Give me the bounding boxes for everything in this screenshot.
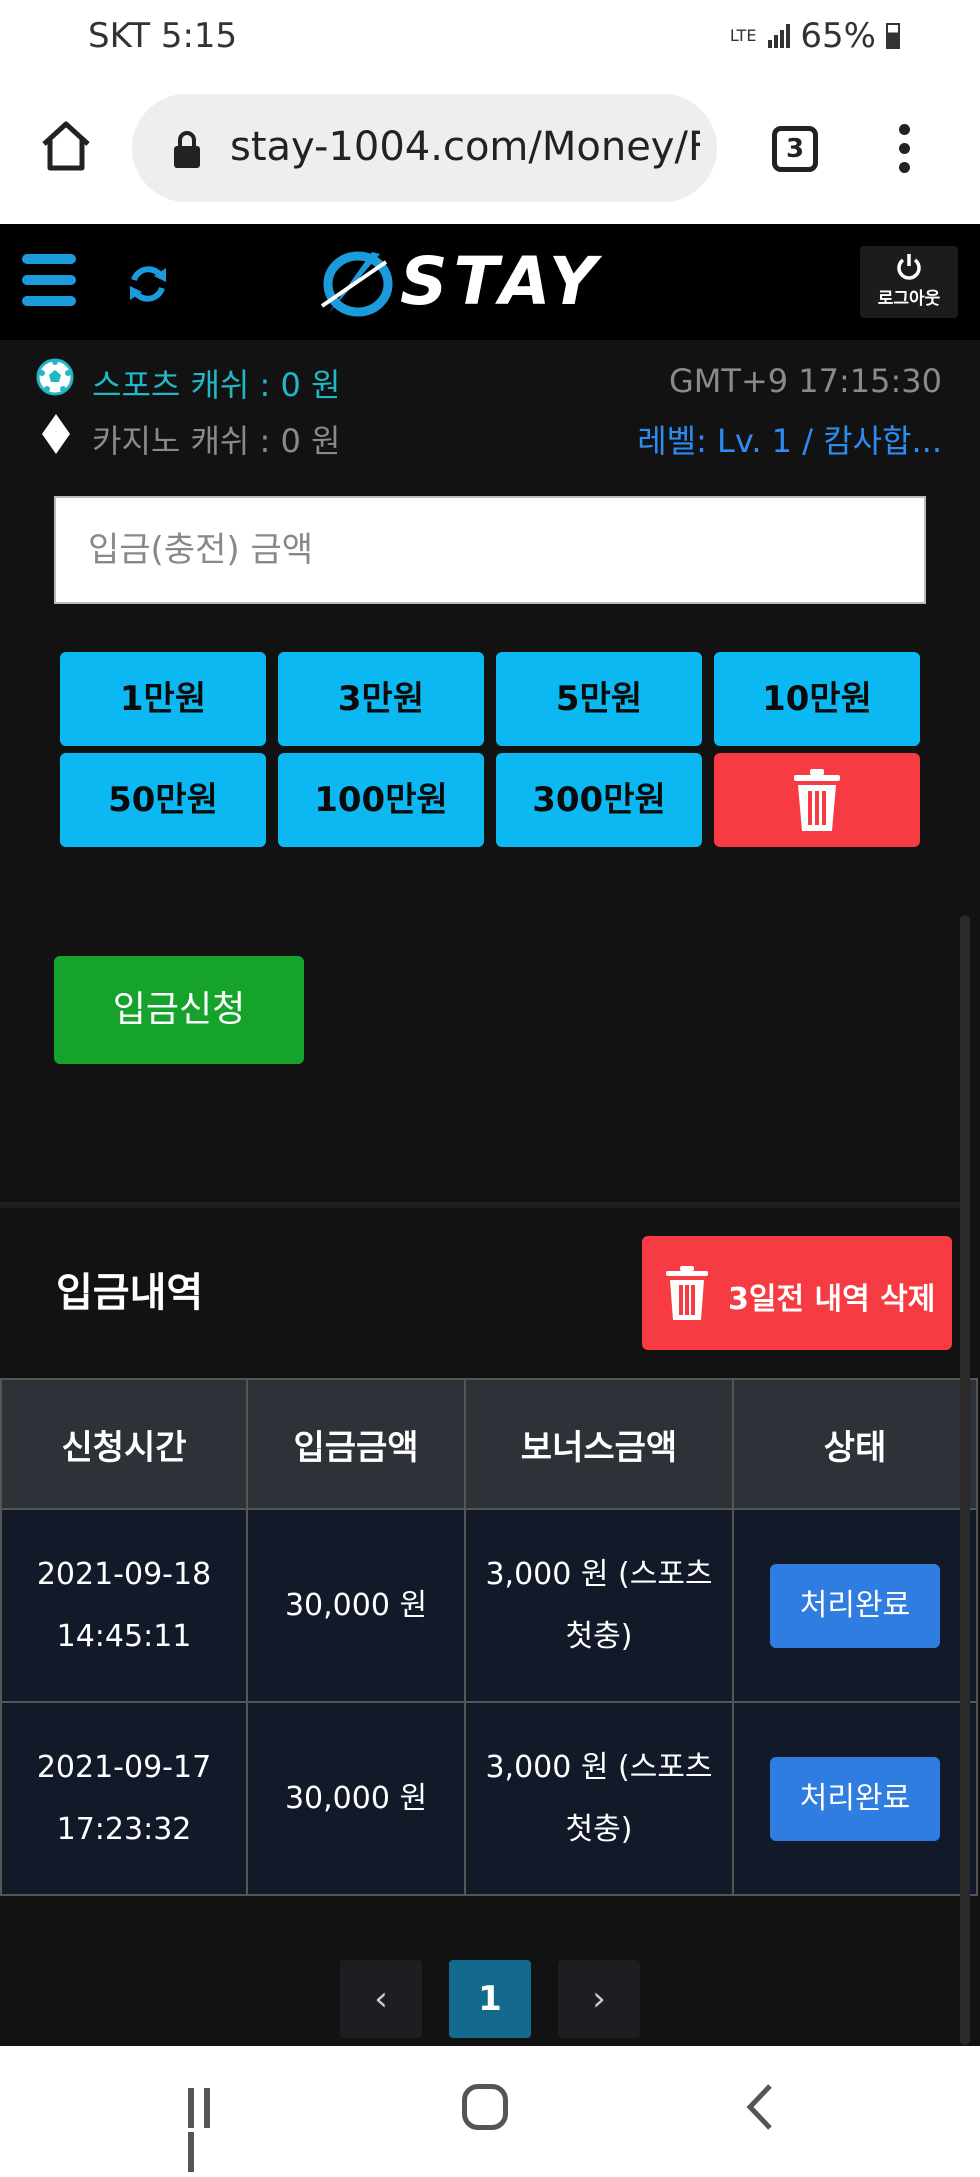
deposit-amount-cell: 30,000 원 (246, 1508, 466, 1703)
sports-cash: 스포츠 캐쉬 : 0 원 (92, 366, 341, 404)
bonus-type: 첫충) (565, 1618, 633, 1654)
bonus-amount: 3,000 원 (스포츠 (485, 1749, 713, 1785)
network-indicator: LTE (729, 26, 757, 45)
amount-button-30k[interactable]: 3만원 (278, 652, 484, 746)
more-menu-icon[interactable] (893, 124, 915, 178)
battery-percent: 65% (800, 16, 876, 56)
amount-button-1m[interactable]: 100만원 (278, 753, 484, 847)
deposit-page: 스포츠 캐쉬 : 0 원 카지노 캐쉬 : 0 원 GMT+9 17:15:30… (0, 340, 980, 2046)
status-cell: 처리완료 (732, 1508, 978, 1703)
column-header: 상태 (732, 1378, 978, 1510)
signal-icon (768, 24, 791, 48)
delete-old-history-label: 3일전 내역 삭제 (728, 1282, 936, 1317)
svg-text:STAY: STAY (400, 244, 603, 320)
page-button-current[interactable]: 1 (449, 1960, 531, 2038)
battery-icon (886, 23, 900, 49)
trash-icon (794, 769, 840, 831)
carrier-time: SKT 5:15 (88, 16, 238, 56)
casino-cash: 카지노 캐쉬 : 0 원 (92, 422, 341, 460)
url-bar[interactable]: stay-1004.com/Money/F (132, 94, 717, 202)
request-time: 14:45:11 (56, 1618, 192, 1654)
system-nav-bar (0, 2046, 980, 2177)
deposit-amount-cell: 30,000 원 (246, 1701, 466, 1896)
request-time-cell: 2021-09-18 14:45:11 (0, 1508, 248, 1703)
bonus-amount-cell: 3,000 원 (스포츠첫충) (464, 1701, 734, 1896)
home-button-icon[interactable] (462, 2084, 508, 2130)
status-badge[interactable]: 처리완료 (770, 1563, 940, 1648)
logout-label: 로그아웃 (877, 289, 941, 309)
clear-amount-button[interactable] (714, 753, 920, 847)
browser-toolbar: stay-1004.com/Money/F 3 (0, 76, 980, 224)
user-level[interactable]: 레벨: Lv. 1 / 캄사합... (637, 416, 942, 462)
deposit-history-table: 신청시간 입금금액 보너스금액 상태 2021-09-18 14:45:11 30… (0, 1378, 978, 1896)
back-icon[interactable] (740, 2082, 780, 2132)
amount-button-50k[interactable]: 5만원 (496, 652, 702, 746)
bonus-amount: 3,000 원 (스포츠 (485, 1556, 713, 1592)
logout-button[interactable]: 로그아웃 (860, 246, 958, 318)
status-indicators: LTE 65% (730, 16, 900, 56)
column-header: 입금금액 (246, 1378, 466, 1510)
trash-icon (666, 1266, 708, 1320)
stay-logo[interactable]: STAY (320, 244, 670, 320)
table-header-row: 신청시간 입금금액 보너스금액 상태 (0, 1378, 978, 1510)
deposit-amount-input[interactable] (54, 496, 926, 604)
home-icon[interactable] (38, 118, 94, 174)
lock-icon (174, 131, 200, 168)
server-clock: GMT+9 17:15:30 (668, 362, 942, 400)
tab-switcher-icon[interactable]: 3 (772, 126, 818, 172)
request-time-cell: 2021-09-17 17:23:32 (0, 1701, 248, 1896)
amount-button-100k[interactable]: 10만원 (714, 652, 920, 746)
table-row: 2021-09-17 17:23:32 30,000 원 3,000 원 (스포츠… (0, 1701, 978, 1896)
bonus-amount-cell: 3,000 원 (스포츠첫충) (464, 1508, 734, 1703)
amount-button-10k[interactable]: 1만원 (60, 652, 266, 746)
column-header: 보너스금액 (464, 1378, 734, 1510)
recent-apps-icon[interactable] (188, 2088, 232, 2172)
hamburger-menu-icon[interactable] (22, 254, 76, 306)
diamond-icon (42, 414, 70, 454)
table-row: 2021-09-18 14:45:11 30,000 원 3,000 원 (스포츠… (0, 1508, 978, 1703)
soccer-ball-icon (36, 358, 74, 396)
page-scrollbar[interactable] (960, 915, 970, 2045)
request-date: 2021-09-17 (36, 1749, 212, 1785)
column-header: 신청시간 (0, 1378, 248, 1510)
next-page-button[interactable]: › (558, 1960, 640, 2038)
request-time: 17:23:32 (56, 1811, 192, 1847)
status-cell: 처리완료 (732, 1701, 978, 1896)
section-divider (0, 1202, 960, 1208)
status-badge[interactable]: 처리완료 (770, 1756, 940, 1841)
delete-old-history-button[interactable]: 3일전 내역 삭제 (642, 1236, 952, 1350)
pagination: ‹ 1 › (0, 1960, 980, 2040)
amount-button-500k[interactable]: 50만원 (60, 753, 266, 847)
request-date: 2021-09-18 (36, 1556, 212, 1592)
refresh-icon[interactable] (124, 260, 172, 308)
balance-info: 스포츠 캐쉬 : 0 원 카지노 캐쉬 : 0 원 GMT+9 17:15:30… (0, 340, 980, 460)
site-header: STAY 로그아웃 (0, 224, 980, 340)
bonus-type: 첫충) (565, 1811, 633, 1847)
url-text: stay-1004.com/Money/F (230, 124, 700, 170)
amount-button-3m[interactable]: 300만원 (496, 753, 702, 847)
status-bar: SKT 5:15 LTE 65% (0, 0, 980, 76)
deposit-history-title: 입금내역 (56, 1270, 204, 1316)
prev-page-button[interactable]: ‹ (340, 1960, 422, 2038)
power-icon (897, 254, 921, 280)
deposit-request-button[interactable]: 입금신청 (54, 956, 304, 1064)
